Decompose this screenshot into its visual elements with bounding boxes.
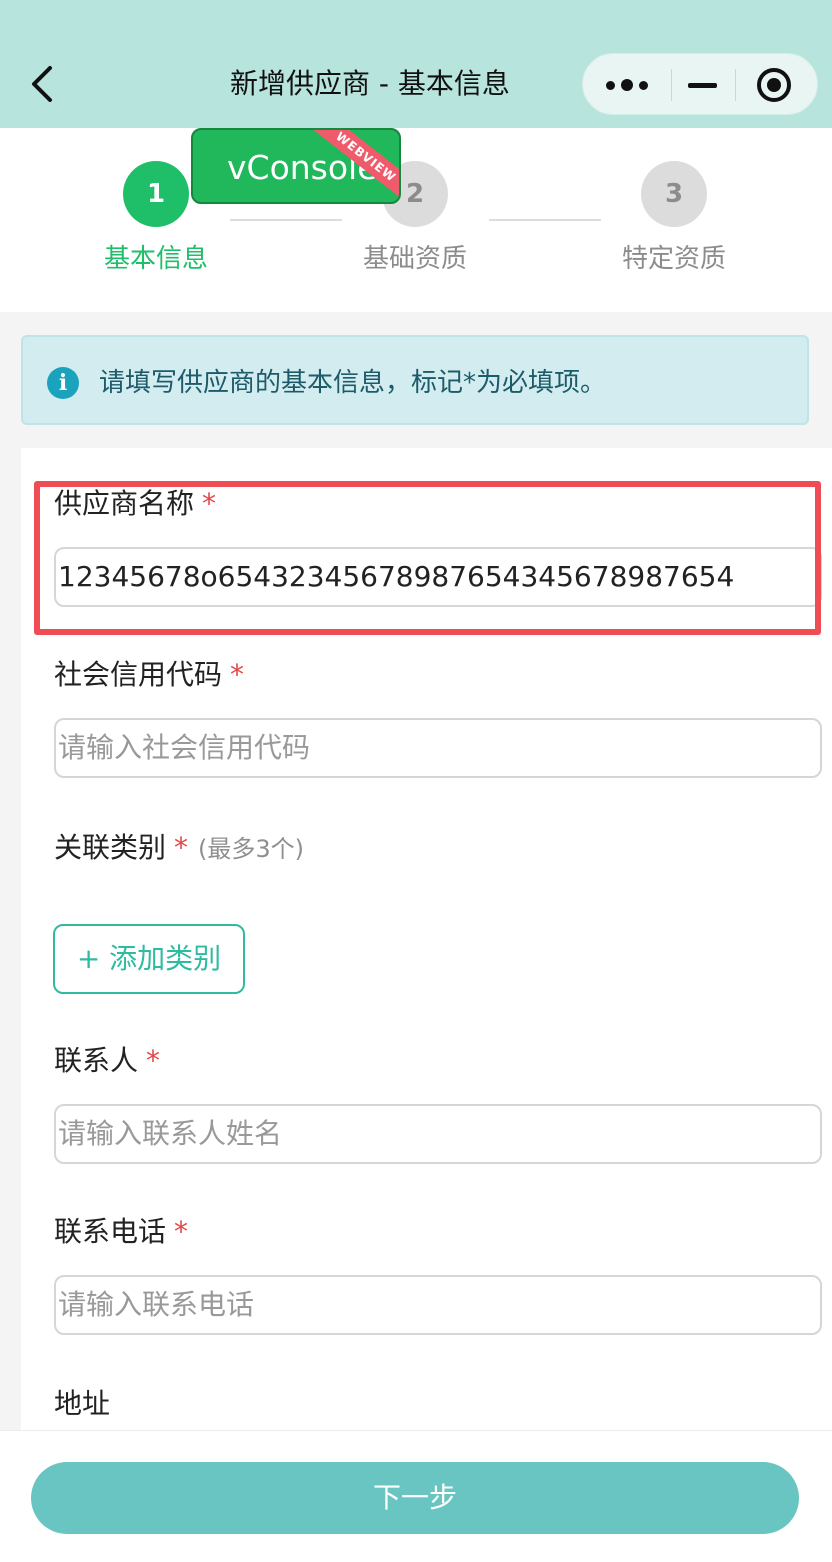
supplier-name-label: 供应商名称 * [54,487,217,520]
top-nav-bar: 新增供应商 - 基本信息 [0,0,832,128]
required-mark: * [146,1044,161,1077]
step-1-circle: 1 [123,161,189,227]
step-indicator: 1 2 3 基本信息 基础资质 特定资质 [0,128,832,312]
close-button[interactable] [736,54,819,116]
step-3-circle: 3 [641,161,707,227]
credit-code-input[interactable]: 请输入社会信用代码 [54,718,822,778]
step-connector [489,219,601,221]
minimize-button[interactable] [672,54,735,116]
info-notice: i 请填写供应商的基本信息，标记*为必填项。 [21,335,809,425]
vconsole-button[interactable]: vConsole WEBVIEW [191,128,401,204]
chevron-left-icon [32,66,52,102]
minimize-icon [688,83,717,88]
contact-label: 联系人 * [54,1044,161,1077]
more-button[interactable] [583,54,671,116]
page-title: 新增供应商 - 基本信息 [230,67,510,100]
step-connector [230,219,342,221]
supplier-name-input[interactable]: 12345678o654323456789876543456789876​54 [54,547,822,607]
mini-program-capsule [582,53,818,115]
bottom-action-bar: 下一步 [0,1430,832,1562]
required-mark: * [174,831,189,864]
contact-input[interactable]: 请输入联系人姓名 [54,1104,822,1164]
category-hint: (最多3个) [198,835,305,863]
phone-input[interactable]: 请输入联系电话 [54,1275,822,1335]
step-3-label: 特定资质 [621,244,726,274]
required-mark: * [202,487,217,520]
step-1-label: 基本信息 [103,244,208,274]
required-mark: * [174,1215,189,1248]
required-mark: * [230,658,245,691]
back-button[interactable] [24,62,64,106]
phone-label: 联系电话 * [54,1215,189,1248]
category-label: 关联类别 * (最多3个) [54,831,305,864]
basic-info-form: 供应商名称 * 12345678o654323456789876543456789… [21,448,832,1430]
more-dots-icon [606,80,615,90]
notice-text: 请填写供应商的基本信息，标记*为必填项。 [99,368,607,398]
add-category-button[interactable]: + 添加类别 [53,924,245,994]
info-icon: i [47,367,79,399]
address-label: 地址 [54,1387,111,1420]
next-step-button[interactable]: 下一步 [31,1462,799,1534]
step-2-label: 基础资质 [362,244,467,274]
credit-code-label: 社会信用代码 * [54,658,245,691]
